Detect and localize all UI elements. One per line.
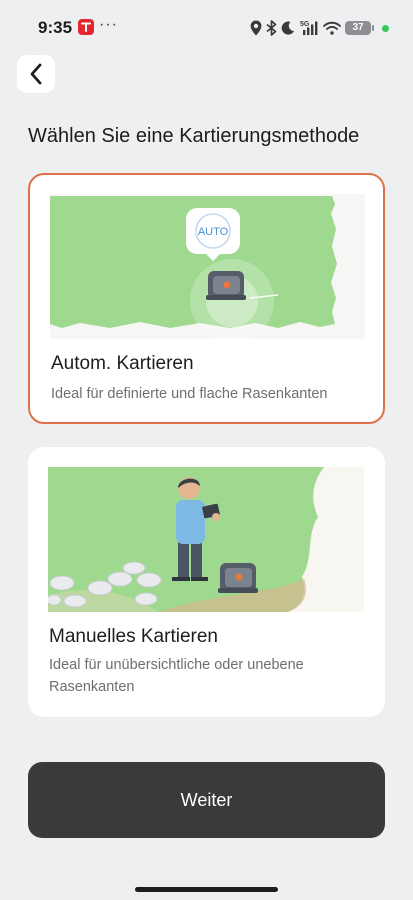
battery-cap: [372, 25, 374, 31]
option-card-manual-mapping[interactable]: Manuelles Kartieren Ideal für unübersich…: [28, 447, 385, 717]
auto-mapping-illustration: AUTO: [50, 194, 365, 343]
continue-button[interactable]: Weiter: [28, 762, 385, 838]
option-card-auto-mapping[interactable]: AUTO Autom. Kartieren Ideal für definier…: [28, 173, 385, 424]
status-icons: 5G 37: [250, 17, 389, 39]
location-icon: [250, 20, 262, 36]
home-indicator[interactable]: [135, 887, 278, 892]
option-description: Ideal für unübersichtliche oder unebene …: [49, 657, 304, 695]
status-bar: 9:35 ··· 5G 37: [0, 0, 413, 56]
privacy-indicator-dot: [382, 24, 389, 32]
battery-icon: 37: [345, 21, 371, 35]
manual-mapping-illustration: [46, 467, 364, 612]
more-notifications-icon: ···: [99, 16, 118, 33]
chevron-left-icon: [30, 63, 42, 85]
svg-text:5G: 5G: [300, 21, 310, 28]
option-title: Autom. Kartieren: [51, 353, 194, 374]
option-description: Ideal für definierte und flache Rasenkan…: [51, 386, 328, 402]
svg-text:AUTO: AUTO: [198, 226, 229, 238]
option-title: Manuelles Kartieren: [49, 626, 218, 647]
signal-icon: 5G: [300, 21, 318, 35]
wifi-icon: [323, 21, 341, 35]
status-time: 9:35: [38, 18, 73, 37]
page-title: Wählen Sie eine Kartierungsmethode: [28, 125, 360, 147]
bluetooth-icon: [266, 20, 277, 36]
back-button[interactable]: [17, 55, 55, 93]
moon-icon: [281, 21, 294, 35]
app-notification-icon: [78, 19, 94, 35]
